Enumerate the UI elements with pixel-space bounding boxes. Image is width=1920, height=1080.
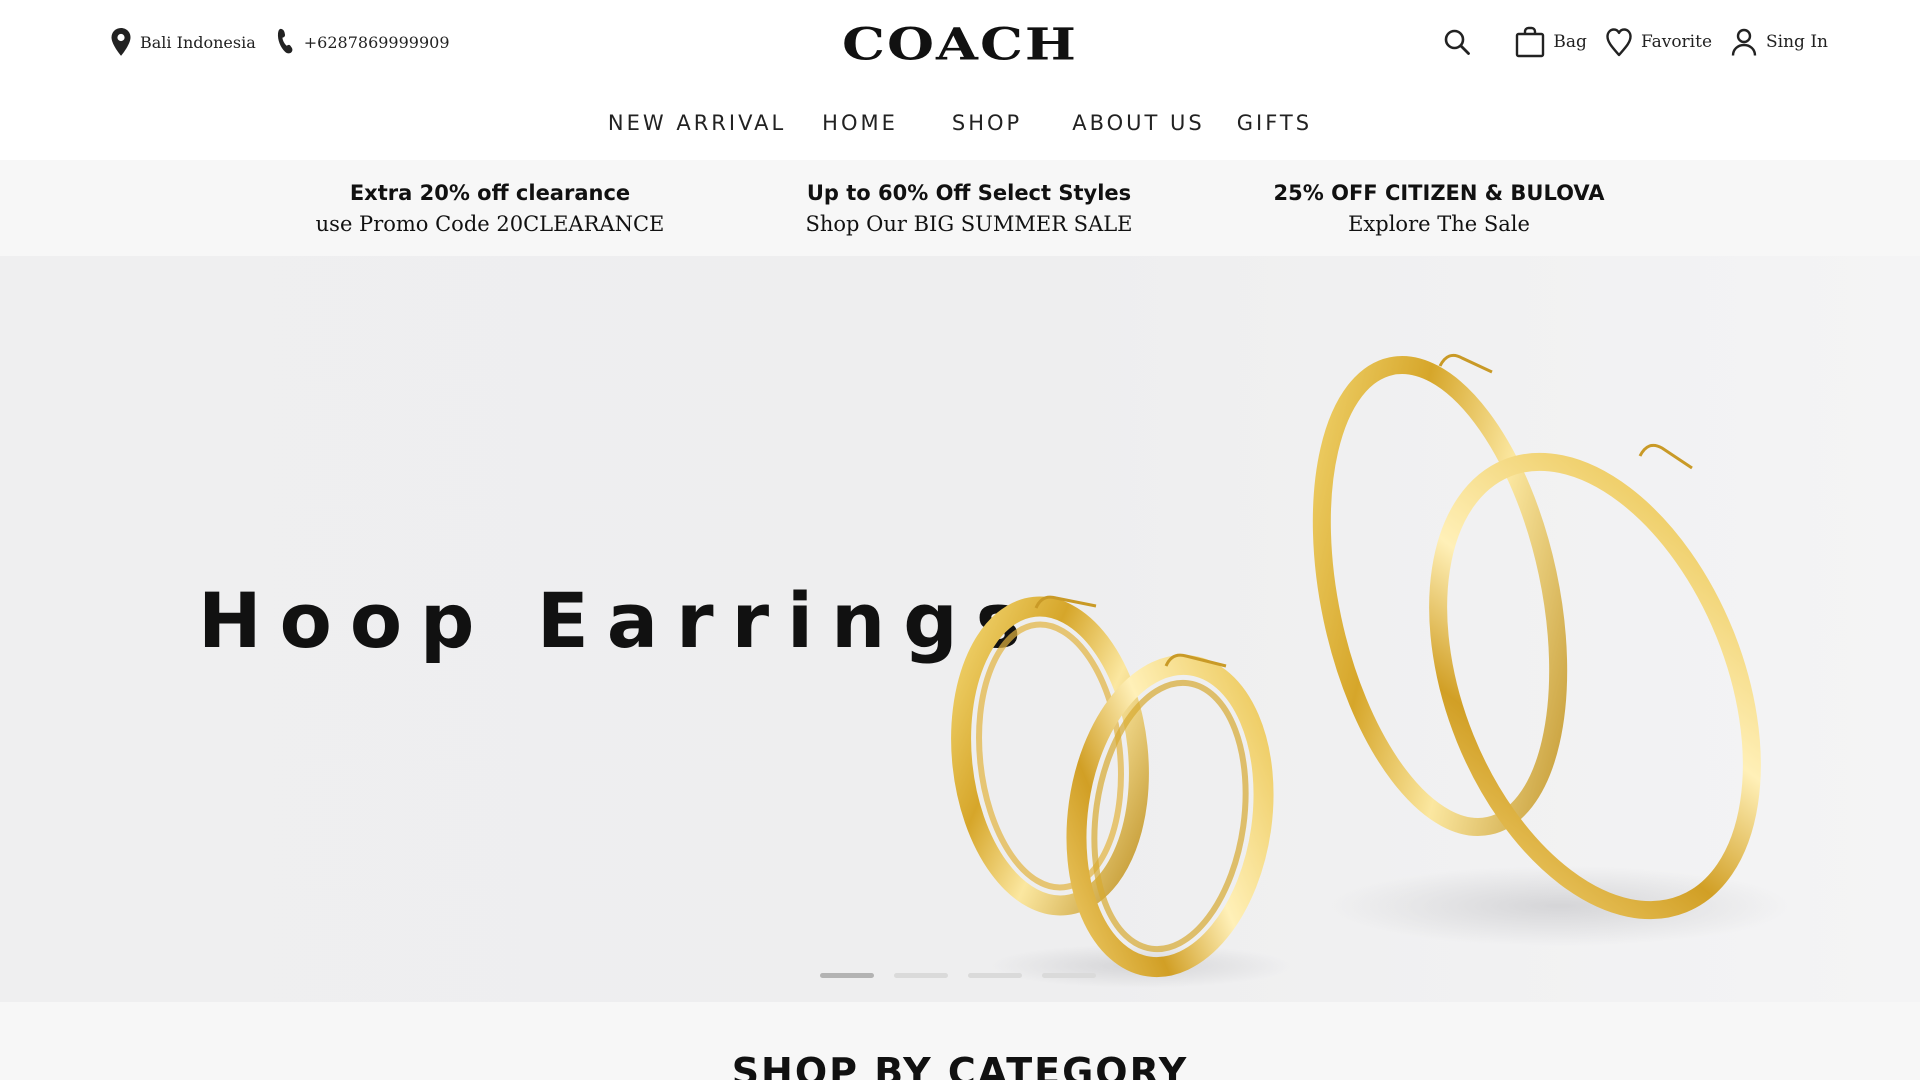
carousel-dot-3[interactable] [968,973,1022,978]
map-pin-icon [110,27,132,57]
bag-button[interactable]: Bag [1515,26,1587,58]
promo-strip: Extra 20% off clearance use Promo Code 2… [0,160,1920,256]
promo-title: Up to 60% Off Select Styles [806,181,1132,205]
phone-icon [274,27,296,57]
promo-subtitle: Explore The Sale [1348,212,1530,236]
main-navigation: NEW ARRIVAL HOME SHOP ABOUT US GIFTS [0,104,1920,142]
phone-text: +6287869999909 [303,32,450,52]
hoop-earrings-image [951,353,1790,988]
promo-title: Extra 20% off clearance [349,181,631,205]
hero-title: Hoop Earrings [198,576,1039,665]
carousel-dot-4[interactable] [1042,973,1096,978]
location-text: Bali Indonesia [140,32,256,52]
nav-item-shop[interactable]: SHOP [952,111,1022,135]
search-icon [1443,28,1471,56]
shop-by-category-section: SHOP BY CATEGORY [0,1002,1920,1080]
nav-item-gifts[interactable]: GIFTS [1237,111,1312,135]
favorite-button[interactable]: Favorite [1605,27,1712,57]
nav-item-home[interactable]: HOME [822,111,898,135]
site-header: Bali Indonesia +6287869999909 COACH Bag [0,0,1920,84]
carousel-dot-1[interactable] [820,973,874,978]
nav-item-new-arrival[interactable]: NEW ARRIVAL [608,111,786,135]
favorite-label: Favorite [1640,32,1713,52]
nav-item-about-us[interactable]: ABOUT US [1072,111,1205,135]
carousel-dot-2[interactable] [894,973,948,978]
shopping-bag-icon [1515,26,1545,58]
brand-logo[interactable]: COACH [800,18,1120,70]
sign-in-button[interactable]: Sing In [1730,27,1828,57]
promo-subtitle: Shop Our BIG SUMMER SALE [805,212,1133,236]
carousel-indicators [820,973,1116,978]
contact-info: Bali Indonesia +6287869999909 [110,26,450,58]
hero-banner[interactable]: Hoop Earrings [0,256,1920,1002]
header-actions: Bag Favorite Sing In [1443,24,1828,60]
promo-item-clearance[interactable]: Extra 20% off clearance use Promo Code 2… [250,178,730,240]
bag-label: Bag [1553,32,1587,52]
promo-subtitle: use Promo Code 20CLEARANCE [315,212,665,236]
promo-title: 25% OFF CITIZEN & BULOVA [1273,181,1605,205]
phone-info[interactable]: +6287869999909 [274,27,450,57]
sign-in-label: Sing In [1766,32,1828,52]
promo-item-summer-sale[interactable]: Up to 60% Off Select Styles Shop Our BIG… [729,178,1209,240]
location-info: Bali Indonesia [110,27,256,57]
user-icon [1730,27,1758,57]
promo-item-citizen-bulova[interactable]: 25% OFF CITIZEN & BULOVA Explore The Sal… [1199,178,1679,240]
search-button[interactable] [1443,28,1471,56]
heart-icon [1605,27,1633,57]
section-title: SHOP BY CATEGORY [731,1050,1189,1080]
